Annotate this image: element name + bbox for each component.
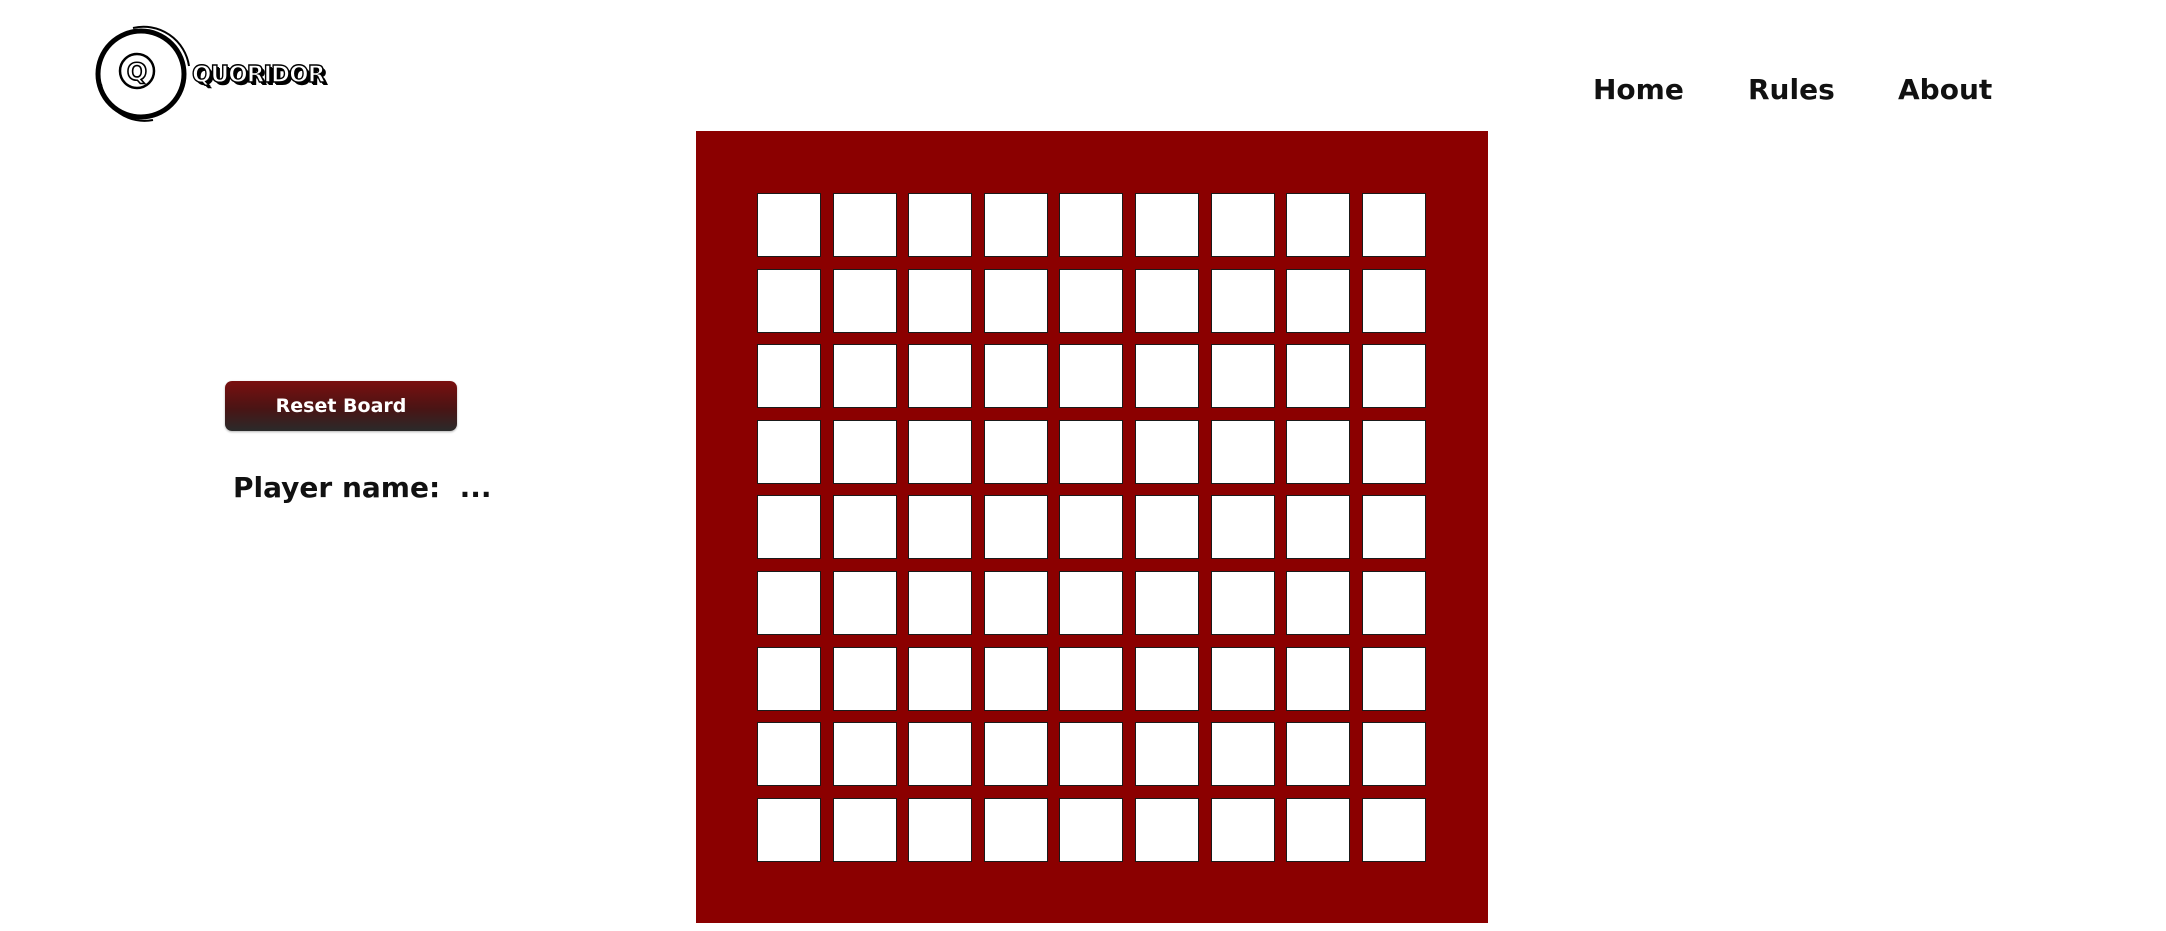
svg-text:Q: Q — [127, 58, 147, 86]
board-cell[interactable] — [1210, 268, 1275, 333]
board-cell[interactable] — [1286, 570, 1351, 635]
board-cell[interactable] — [983, 344, 1048, 409]
board-cell[interactable] — [832, 193, 897, 257]
board-cell[interactable] — [757, 268, 821, 333]
logo-emblem-icon: Q — [95, 25, 190, 122]
board-cell[interactable] — [1286, 646, 1351, 711]
board-cell[interactable] — [1134, 495, 1199, 560]
board-cell[interactable] — [757, 344, 821, 409]
board-cell[interactable] — [757, 419, 821, 484]
board-cell[interactable] — [1059, 344, 1124, 409]
reset-board-button[interactable]: Reset Board — [225, 381, 457, 431]
board-cell[interactable] — [757, 722, 821, 787]
board-cell[interactable] — [757, 495, 821, 560]
board-grid — [757, 193, 1426, 862]
board-cell[interactable] — [1210, 646, 1275, 711]
board-cell[interactable] — [832, 797, 897, 862]
player-name-value: ... — [449, 471, 492, 504]
board-cell[interactable] — [983, 797, 1048, 862]
board-cell[interactable] — [1286, 722, 1351, 787]
board-cell[interactable] — [983, 495, 1048, 560]
nav-about-link[interactable]: About — [1898, 73, 1992, 106]
board-cell[interactable] — [1286, 419, 1351, 484]
board-cell[interactable] — [1210, 722, 1275, 787]
logo-wordmark: QUORIDOR — [191, 61, 326, 88]
board-cell[interactable] — [832, 268, 897, 333]
board-cell[interactable] — [1134, 268, 1199, 333]
board-cell[interactable] — [832, 344, 897, 409]
board-cell[interactable] — [1361, 495, 1426, 560]
board-cell[interactable] — [1361, 722, 1426, 787]
board-cell[interactable] — [832, 419, 897, 484]
board-cell[interactable] — [1210, 344, 1275, 409]
board-cell[interactable] — [1134, 722, 1199, 787]
board-cell[interactable] — [1059, 722, 1124, 787]
board-cell[interactable] — [1059, 797, 1124, 862]
board-cell[interactable] — [1059, 646, 1124, 711]
board-cell[interactable] — [908, 193, 973, 257]
board-cell[interactable] — [908, 646, 973, 711]
board-cell[interactable] — [1286, 193, 1351, 257]
board-cell[interactable] — [1361, 419, 1426, 484]
board-cell[interactable] — [1361, 193, 1426, 257]
board-cell[interactable] — [908, 344, 973, 409]
board-cell[interactable] — [908, 268, 973, 333]
board-cell[interactable] — [983, 570, 1048, 635]
board-cell[interactable] — [1059, 419, 1124, 484]
board-cell[interactable] — [1059, 268, 1124, 333]
board-cell[interactable] — [983, 722, 1048, 787]
board-cell[interactable] — [1361, 570, 1426, 635]
board-cell[interactable] — [757, 797, 821, 862]
board-cell[interactable] — [1059, 495, 1124, 560]
board-cell[interactable] — [1059, 570, 1124, 635]
board-cell[interactable] — [1361, 344, 1426, 409]
board-cell[interactable] — [1134, 344, 1199, 409]
nav-rules-link[interactable]: Rules — [1748, 73, 1835, 106]
board-cell[interactable] — [1210, 419, 1275, 484]
board-cell[interactable] — [983, 193, 1048, 257]
board-cell[interactable] — [1134, 570, 1199, 635]
player-name-label: Player name: — [233, 471, 441, 504]
board-cell[interactable] — [1361, 797, 1426, 862]
board-cell[interactable] — [1134, 646, 1199, 711]
quoridor-logo[interactable]: Q QUORIDOR — [93, 24, 326, 124]
board-cell[interactable] — [1286, 344, 1351, 409]
board-cell[interactable] — [983, 268, 1048, 333]
board-cell[interactable] — [908, 495, 973, 560]
board-cell[interactable] — [983, 646, 1048, 711]
board-cell[interactable] — [1361, 646, 1426, 711]
board-cell[interactable] — [1210, 193, 1275, 257]
player-name-display: Player name: ... — [233, 471, 492, 504]
board-cell[interactable] — [1286, 797, 1351, 862]
board-cell[interactable] — [1210, 495, 1275, 560]
board-cell[interactable] — [908, 419, 973, 484]
board-cell[interactable] — [757, 646, 821, 711]
board-cell[interactable] — [832, 722, 897, 787]
board-cell[interactable] — [1134, 193, 1199, 257]
board-cell[interactable] — [1286, 495, 1351, 560]
board-cell[interactable] — [832, 646, 897, 711]
board-cell[interactable] — [908, 797, 973, 862]
board-cell[interactable] — [757, 570, 821, 635]
board-cell[interactable] — [1286, 268, 1351, 333]
nav-home-link[interactable]: Home — [1593, 73, 1684, 106]
board-cell[interactable] — [1361, 268, 1426, 333]
board-cell[interactable] — [1134, 797, 1199, 862]
board-cell[interactable] — [1210, 570, 1275, 635]
board-cell[interactable] — [1059, 193, 1124, 257]
board-cell[interactable] — [832, 570, 897, 635]
board-cell[interactable] — [832, 495, 897, 560]
board-cell[interactable] — [908, 570, 973, 635]
board-cell[interactable] — [1210, 797, 1275, 862]
board-cell[interactable] — [908, 722, 973, 787]
board-cell[interactable] — [983, 419, 1048, 484]
board-cell[interactable] — [757, 193, 821, 257]
board-cell[interactable] — [1134, 419, 1199, 484]
game-board — [696, 131, 1488, 923]
